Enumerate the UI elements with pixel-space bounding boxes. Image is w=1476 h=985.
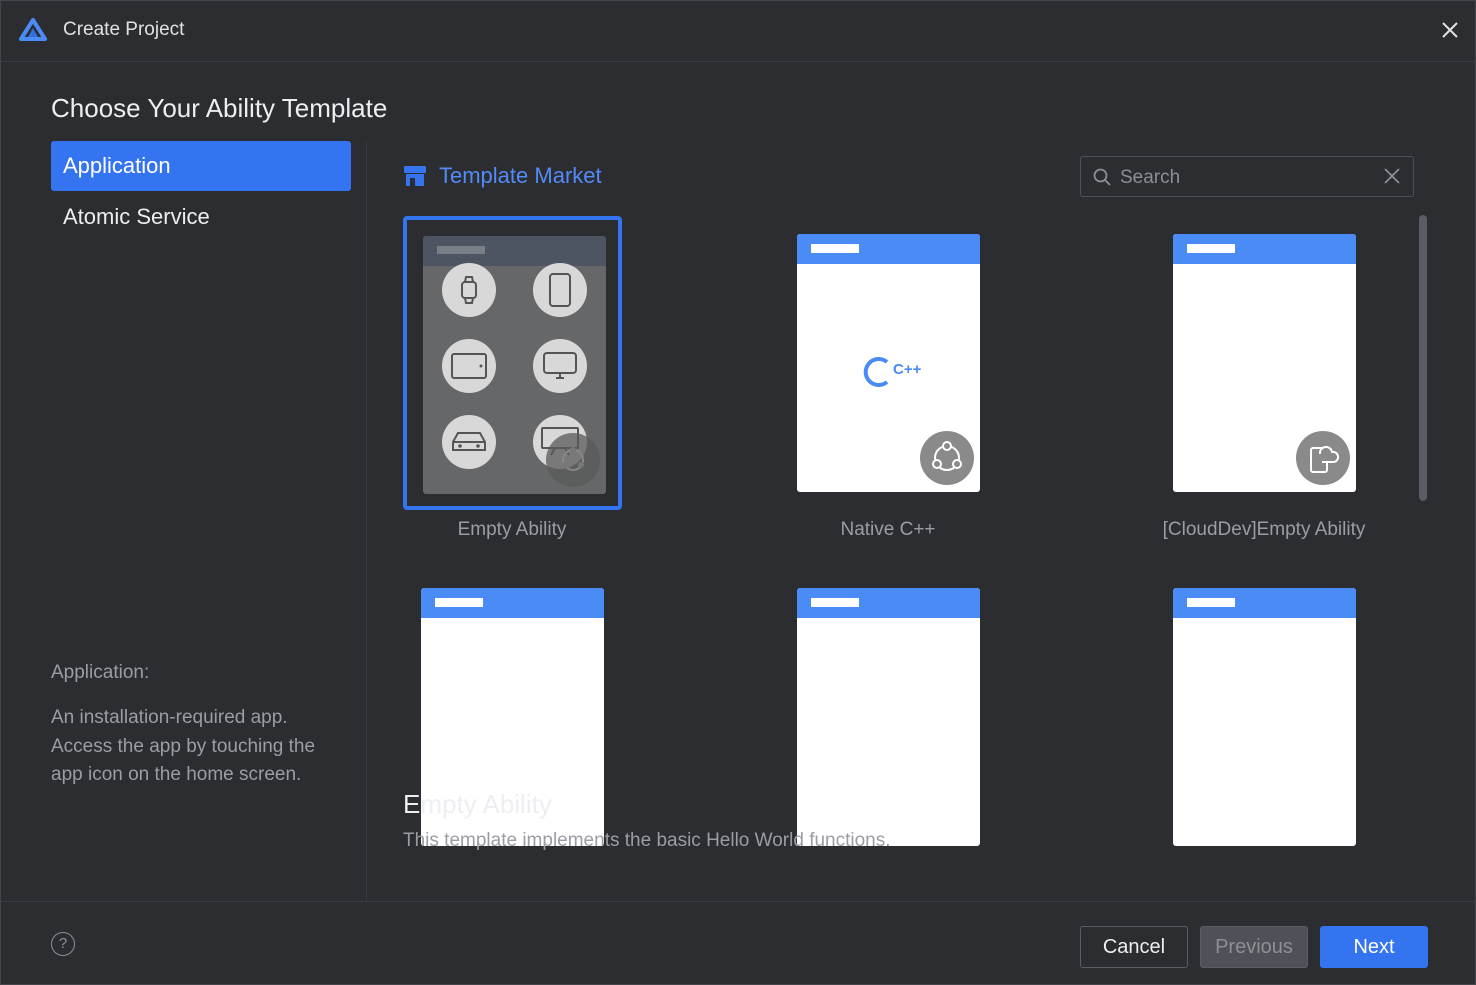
watch-icon [442, 263, 496, 317]
tablet-icon [442, 339, 496, 393]
help-icon[interactable]: ? [51, 932, 75, 956]
window-title: Create Project [63, 19, 185, 40]
template-card-empty-ability[interactable] [403, 216, 622, 510]
cloud-device-badge-icon [1296, 431, 1350, 485]
search-input[interactable] [1118, 163, 1372, 193]
sidebar-item-atomic-service[interactable]: Atomic Service [51, 192, 351, 242]
app-logo-icon [19, 18, 47, 41]
template-market-label: Template Market [439, 163, 602, 188]
template-card-clouddev-empty-ability[interactable] [1155, 216, 1374, 510]
car-icon [442, 415, 496, 469]
category-description-title: Application: [51, 662, 150, 683]
close-icon[interactable] [1437, 17, 1463, 43]
template-label-native-cpp: Native C++ [840, 519, 936, 540]
template-card-native-cpp[interactable]: C++ [779, 216, 998, 510]
sidebar-item-application[interactable]: Application [51, 141, 351, 191]
footer-divider [1, 901, 1475, 902]
template-label-empty-ability: Empty Ability [457, 519, 567, 540]
template-label-clouddev-empty-ability: [CloudDev]Empty Ability [1162, 519, 1366, 540]
multi-device-badge-icon [546, 433, 600, 487]
title-bar: Create Project [1, 1, 1475, 62]
selected-template-title: Empty Ability [403, 789, 552, 819]
template-thumbnail [1173, 234, 1356, 492]
clear-search-icon[interactable] [1383, 167, 1401, 185]
previous-button[interactable]: Previous [1200, 926, 1308, 968]
cpp-plus-text: C++ [893, 361, 922, 378]
template-thumbnail [1173, 588, 1356, 846]
selected-template-description: This template implements the basic Hello… [403, 830, 891, 851]
page-heading: Choose Your Ability Template [51, 93, 388, 123]
create-project-dialog: Create Project Choose Your Ability Templ… [0, 0, 1476, 985]
category-description-body: An installation-required app. Access the… [51, 707, 316, 785]
native-badge-icon [920, 431, 974, 485]
monitor-icon [533, 339, 587, 393]
template-thumbnail [423, 236, 606, 494]
phone-icon [533, 263, 587, 317]
cancel-button[interactable]: Cancel [1080, 926, 1188, 968]
template-thumbnail [797, 588, 980, 846]
next-button[interactable]: Next [1320, 926, 1428, 968]
template-thumbnail: C++ [797, 234, 980, 492]
template-list-scrollbar[interactable] [1419, 215, 1427, 501]
template-market-link[interactable]: Template Market [403, 163, 602, 189]
template-card-5[interactable] [779, 570, 998, 864]
search-icon [1093, 168, 1111, 186]
store-icon [404, 166, 426, 186]
search-box [1080, 156, 1414, 197]
template-card-6[interactable] [1155, 570, 1374, 864]
